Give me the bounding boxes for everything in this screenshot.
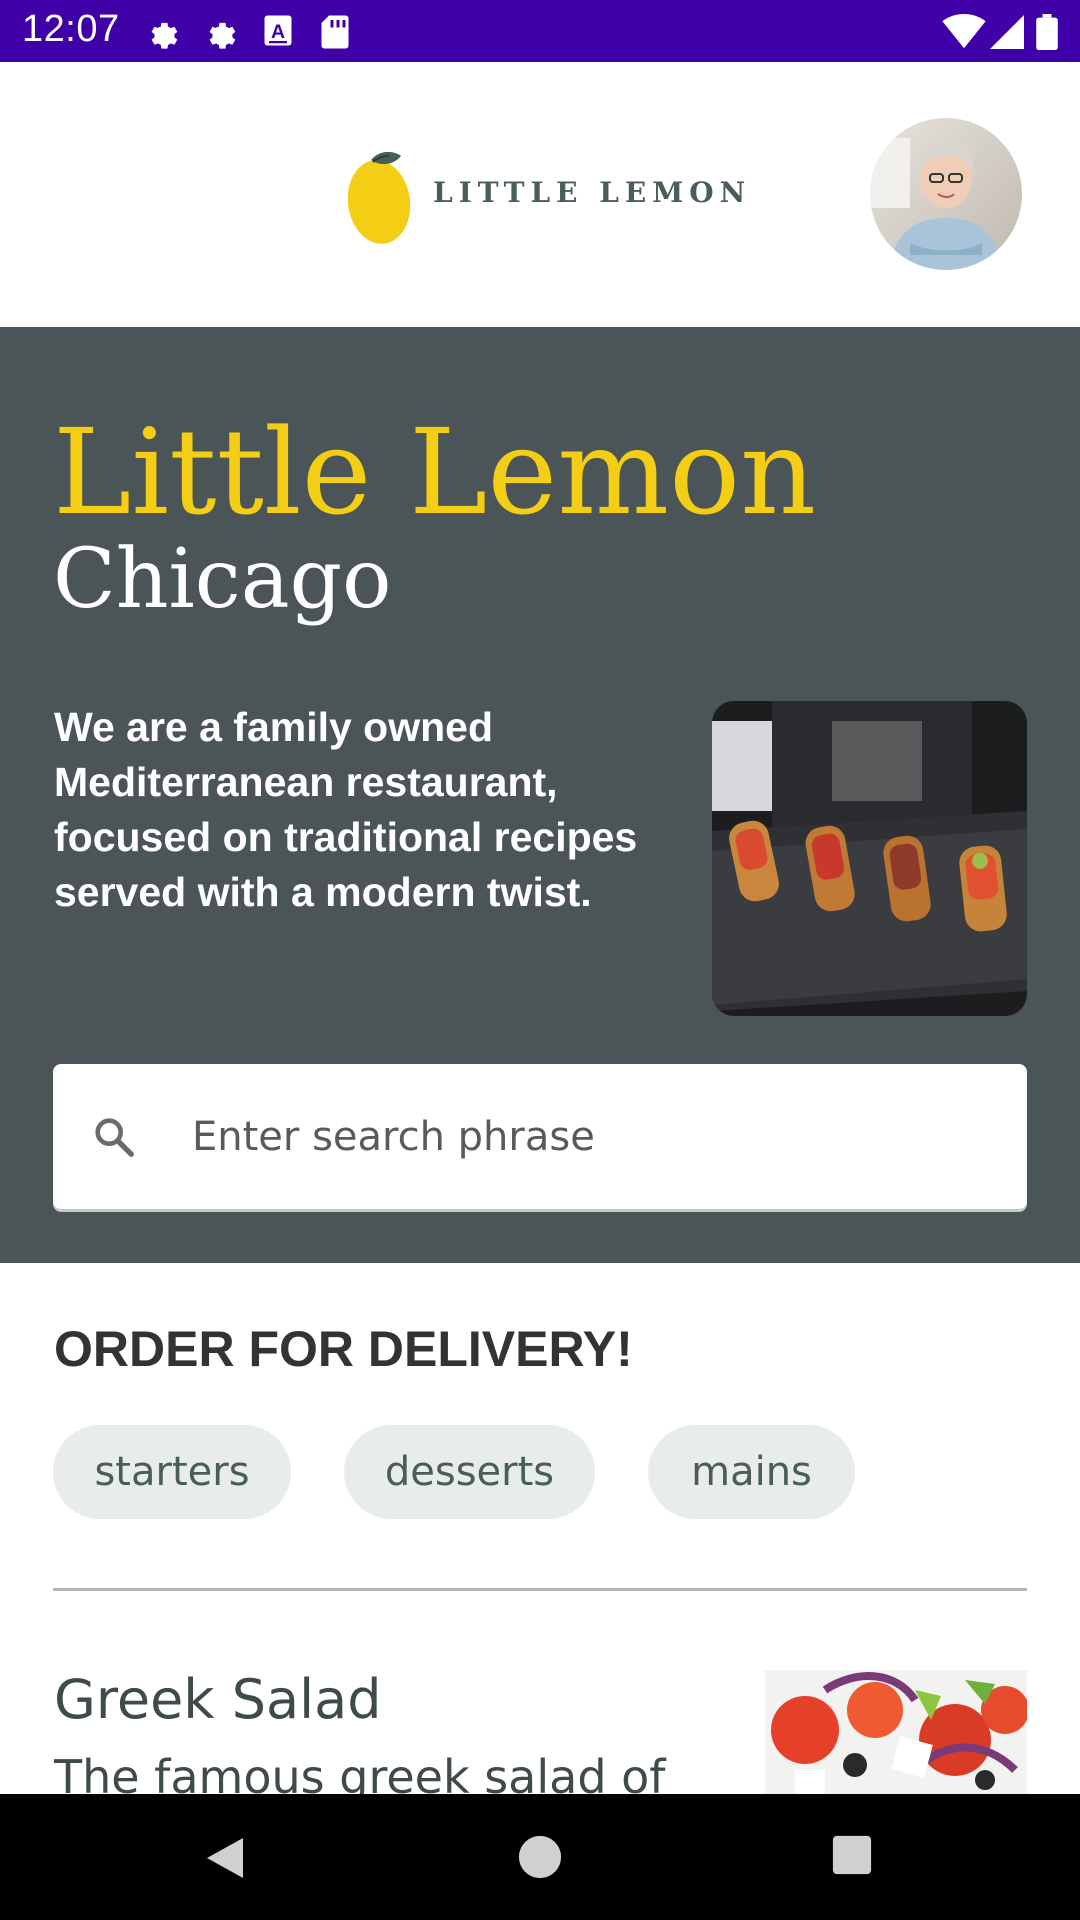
- battery-icon: [1036, 14, 1058, 50]
- category-chip-starters[interactable]: starters: [53, 1425, 291, 1519]
- sd-card-icon: [321, 15, 349, 49]
- navigation-bar: [0, 1794, 1080, 1920]
- status-time: 12:07: [22, 8, 120, 50]
- category-chip-mains[interactable]: mains: [648, 1425, 855, 1519]
- wifi-icon: [942, 14, 986, 49]
- logo: LITTLE LEMON: [343, 140, 745, 252]
- hero-city: Chicago: [53, 532, 392, 627]
- gear-icon: [209, 22, 236, 49]
- delivery-heading: ORDER FOR DELIVERY!: [54, 1321, 633, 1377]
- signal-icon: [990, 15, 1024, 49]
- app-header: LITTLE LEMON: [0, 62, 1080, 327]
- logo-text: LITTLE LEMON: [433, 176, 752, 209]
- search-bar[interactable]: [53, 1064, 1027, 1209]
- search-input[interactable]: [190, 1104, 994, 1170]
- menu-item-image: [765, 1670, 1027, 1794]
- svg-text:A: A: [271, 21, 285, 43]
- menu-item[interactable]: Greek Salad The famous greek salad of: [0, 1660, 1080, 1794]
- category-chip-desserts[interactable]: desserts: [344, 1425, 595, 1519]
- hero-title: Little Lemon: [53, 403, 817, 541]
- hero-description: We are a family owned Mediterranean rest…: [54, 704, 638, 915]
- gear-icon: [151, 22, 178, 49]
- divider: [53, 1588, 1027, 1591]
- hero-section: Little Lemon Chicago We are a family own…: [0, 327, 1080, 1263]
- recents-icon[interactable]: [831, 1834, 873, 1876]
- keyboard-a-icon: A: [264, 15, 292, 46]
- status-bar: 12:07 A: [0, 0, 1080, 62]
- back-icon[interactable]: [203, 1834, 247, 1882]
- menu-item-name: Greek Salad: [54, 1668, 382, 1731]
- home-icon[interactable]: [517, 1834, 563, 1880]
- menu-item-description: The famous greek salad of: [54, 1750, 666, 1794]
- search-icon: [95, 1118, 134, 1157]
- avatar[interactable]: [870, 118, 1022, 270]
- hero-image: [712, 701, 1027, 1016]
- lemon-icon: [347, 151, 411, 244]
